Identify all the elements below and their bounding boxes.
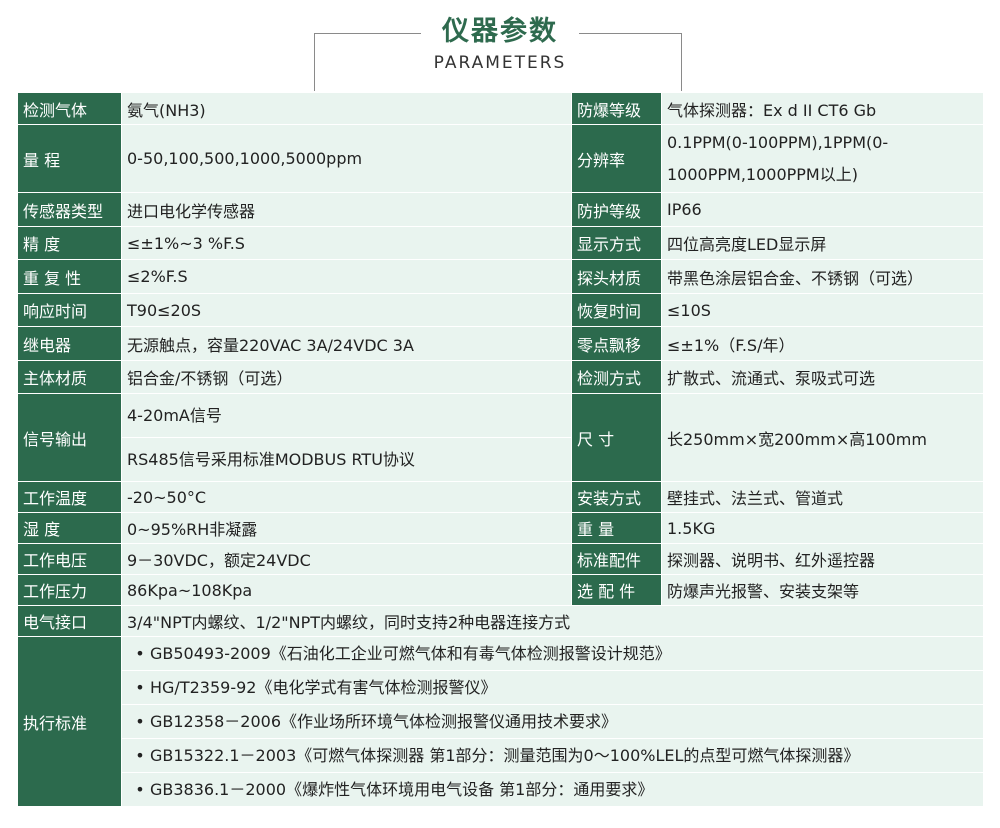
param-name: 恢复时间 [571,293,662,327]
list-item: • GB15322.1－2003《可燃气体探测器 第1部分：测量范围为0～100%… [122,739,983,773]
param-name: 零点飘移 [571,326,662,361]
table-row: 响应时间 T90≤20S 恢复时间 ≤10S [17,293,984,327]
param-value: 0.1PPM(0-100PPM),1PPM(0-1000PPM,1000PPM以… [661,124,984,193]
table-row: 工作压力 86Kpa~108Kpa 选 配 件 防爆声光报警、安装支架等 [17,574,984,606]
param-name: 显示方式 [571,226,662,260]
param-name: 重 量 [571,512,662,544]
param-value: 防爆声光报警、安装支架等 [661,574,984,606]
table-row: 执行标准 • GB50493-2009《石油化工企业可燃气体和有毒气体检测报警设计… [17,636,984,807]
param-name: 信号输出 [17,393,122,482]
param-value: 1.5KG [661,512,984,544]
param-value: 探测器、说明书、红外遥控器 [661,543,984,575]
param-name: 湿 度 [17,512,122,544]
param-name: 执行标准 [17,636,122,807]
bullet-icon: • [135,780,145,799]
param-name: 分辨率 [571,124,662,193]
table-row: 信号输出 4-20mA信号 RS485信号采用标准MODBUS RTU协议 尺 … [17,393,984,482]
bullet-icon: • [135,678,145,697]
list-item: • HG/T2359-92《电化学式有害气体检测报警仪》 [122,671,983,705]
bullet-icon: • [135,746,145,765]
param-name: 工作压力 [17,574,122,606]
param-name: 主体材质 [17,360,122,394]
param-name: 安装方式 [571,481,662,513]
param-name: 探头材质 [571,259,662,294]
param-name: 重 复 性 [17,259,122,294]
standard-text: GB3836.1－2000《爆炸性气体环境用电气设备 第1部分：通用要求》 [150,780,654,799]
parameters-table: 检测气体 氨气(NH3) 防爆等级 气体探测器：Ex d II CT6 Gb 量… [17,92,984,807]
param-name: 继电器 [17,326,122,361]
list-item: • GB3836.1－2000《爆炸性气体环境用电气设备 第1部分：通用要求》 [123,773,983,806]
param-name: 响应时间 [17,293,122,327]
param-value: 0-50,100,500,1000,5000ppm [121,124,572,193]
page-subtitle: PARAMETERS [433,53,567,73]
table-row: 重 复 性 ≤2%F.S 探头材质 带黑色涂层铝合金、不锈钢（可选） [17,259,984,294]
page-title: 仪器参数 [442,16,558,47]
table-row: 检测气体 氨气(NH3) 防爆等级 气体探测器：Ex d II CT6 Gb [17,92,984,125]
title-box: 仪器参数 [421,10,579,54]
list-item: • GB12358－2006《作业场所环境气体检测报警仪通用技术要求》 [122,705,983,739]
param-name: 防护等级 [571,192,662,227]
standard-text: GB15322.1－2003《可燃气体探测器 第1部分：测量范围为0～100%L… [150,746,860,765]
param-value: 氨气(NH3) [121,92,572,125]
bullet-icon: • [135,712,145,731]
param-name: 工作温度 [17,481,122,513]
bullet-icon: • [135,644,145,663]
param-value: ≤2%F.S [121,259,572,294]
param-value: ≤±1%（F.S/年） [661,326,984,361]
param-value: 9－30VDC，额定24VDC [121,543,572,575]
param-value: 无源触点，容量220VAC 3A/24VDC 3A [121,326,572,361]
signal-output-rs485: RS485信号采用标准MODBUS RTU协议 [122,437,571,481]
standards-list: • GB50493-2009《石油化工企业可燃气体和有毒气体检测报警设计规范》 •… [121,636,984,807]
param-value: -20~50°C [121,481,572,513]
table-row: 精 度 ≤±1%~3 %F.S 显示方式 四位高亮度LED显示屏 [17,226,984,260]
param-value: 四位高亮度LED显示屏 [661,226,984,260]
param-value: 进口电化学传感器 [121,192,572,227]
table-row: 工作电压 9－30VDC，额定24VDC 标准配件 探测器、说明书、红外遥控器 [17,543,984,575]
param-value: 带黑色涂层铝合金、不锈钢（可选） [661,259,984,294]
table-row: 主体材质 铝合金/不锈钢（可选） 检测方式 扩散式、流通式、泵吸式可选 [17,360,984,394]
standard-text: GB12358－2006《作业场所环境气体检测报警仪通用技术要求》 [150,712,617,731]
table-row: 湿 度 0~95%RH非凝露 重 量 1.5KG [17,512,984,544]
param-name: 尺 寸 [571,393,662,482]
param-name: 检测方式 [571,360,662,394]
table-row: 工作温度 -20~50°C 安装方式 壁挂式、法兰式、管道式 [17,481,984,513]
param-name: 精 度 [17,226,122,260]
param-value: IP66 [661,192,984,227]
table-row: 继电器 无源触点，容量220VAC 3A/24VDC 3A 零点飘移 ≤±1%（… [17,326,984,361]
param-name: 标准配件 [571,543,662,575]
standard-text: HG/T2359-92《电化学式有害气体检测报警仪》 [150,678,497,697]
param-value: 长250mm×宽200mm×高100mm [661,393,984,482]
param-value: 0~95%RH非凝露 [121,512,572,544]
param-value: 壁挂式、法兰式、管道式 [661,481,984,513]
param-name: 工作电压 [17,543,122,575]
param-name: 选 配 件 [571,574,662,606]
param-value: ≤±1%~3 %F.S [121,226,572,260]
param-value: ≤10S [661,293,984,327]
param-name: 防爆等级 [571,92,662,125]
page-header: 仪器参数 PARAMETERS [0,0,1000,92]
param-value: 3/4"NPT内螺纹、1/2"NPT内螺纹，同时支持2种电器连接方式 [121,605,984,637]
param-value: 气体探测器：Ex d II CT6 Gb [661,92,984,125]
table-row: 传感器类型 进口电化学传感器 防护等级 IP66 [17,192,984,227]
table-row: 量 程 0-50,100,500,1000,5000ppm 分辨率 0.1PPM… [17,124,984,193]
param-value: 铝合金/不锈钢（可选） [121,360,572,394]
signal-output-analog: 4-20mA信号 [127,406,222,425]
param-value-group: 4-20mA信号 RS485信号采用标准MODBUS RTU协议 [121,393,572,482]
param-name: 传感器类型 [17,192,122,227]
param-value: 86Kpa~108Kpa [121,574,572,606]
table-row: 电气接口 3/4"NPT内螺纹、1/2"NPT内螺纹，同时支持2种电器连接方式 [17,605,984,637]
list-item: • GB50493-2009《石油化工企业可燃气体和有毒气体检测报警设计规范》 [122,638,983,671]
param-name: 量 程 [17,124,122,193]
param-value: 扩散式、流通式、泵吸式可选 [661,360,984,394]
param-name: 电气接口 [17,605,122,637]
param-value: T90≤20S [121,293,572,327]
standard-text: GB50493-2009《石油化工企业可燃气体和有毒气体检测报警设计规范》 [150,644,671,663]
param-name: 检测气体 [17,92,122,125]
